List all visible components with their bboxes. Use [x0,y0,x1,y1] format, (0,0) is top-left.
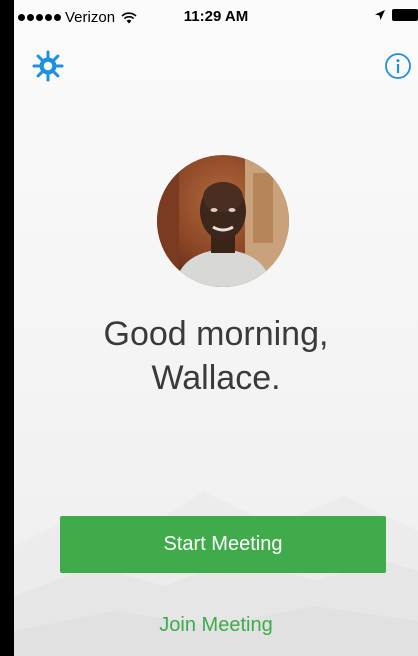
greeting-user-name: Wallace. [151,359,281,397]
greeting-text: Good morning, Wallace. [14,312,418,400]
join-meeting-link[interactable]: Join Meeting [14,614,418,637]
status-bar: Verizon 11:29 AM [14,0,418,36]
info-icon [385,53,411,79]
app-screen: Verizon 11:29 AM Good morning, Wallace. … [14,0,418,656]
location-arrow-icon [375,10,385,20]
settings-button[interactable] [32,50,64,82]
start-meeting-button[interactable]: Start Meeting [60,516,386,573]
status-right [374,9,418,21]
avatar [157,155,289,287]
info-button[interactable] [384,52,412,80]
battery-icon [392,9,418,21]
status-time: 11:29 AM [183,8,249,25]
greeting-line-1: Good morning, [103,315,329,353]
profile-photo [157,155,289,287]
gear-icon [32,50,64,82]
